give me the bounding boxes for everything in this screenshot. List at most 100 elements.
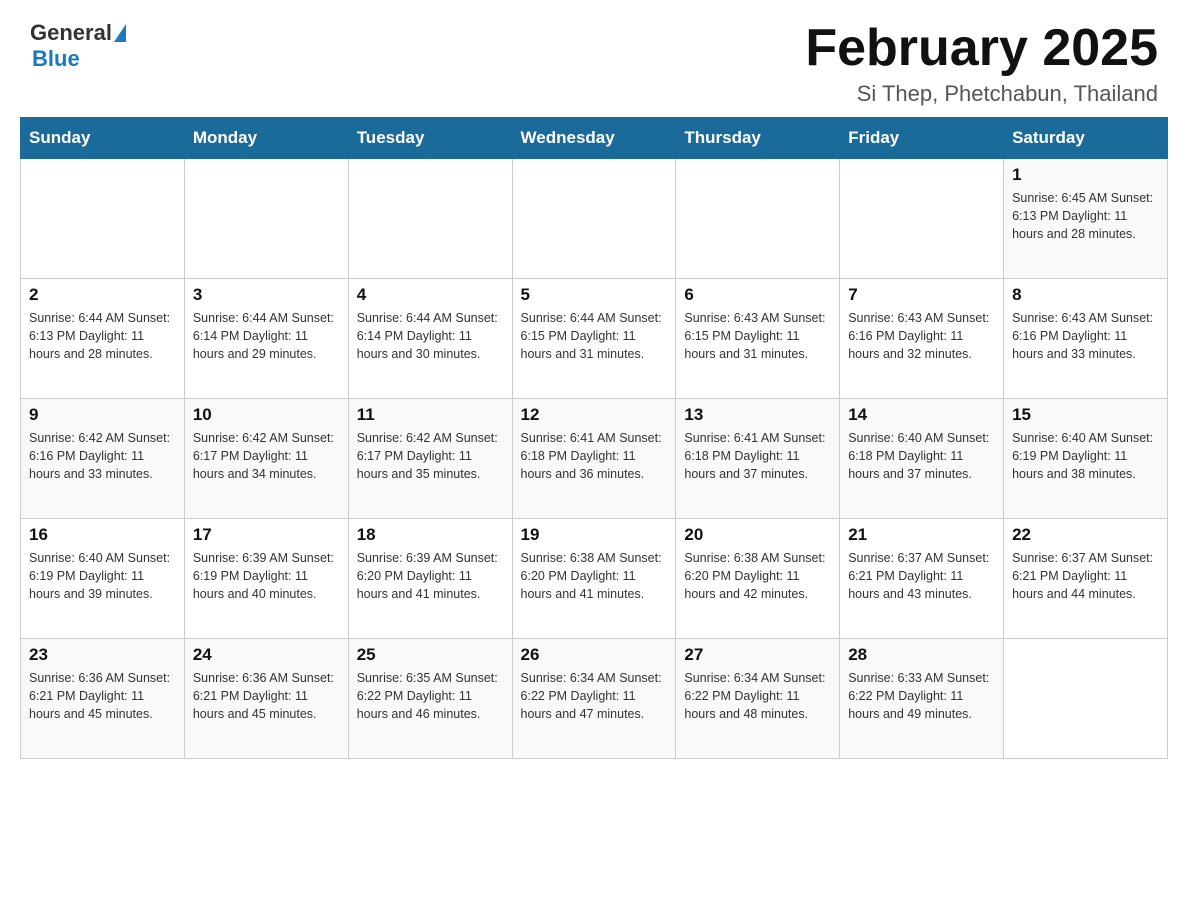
day-number: 6 — [684, 285, 831, 305]
day-info: Sunrise: 6:44 AM Sunset: 6:15 PM Dayligh… — [521, 309, 668, 363]
day-info: Sunrise: 6:40 AM Sunset: 6:19 PM Dayligh… — [1012, 429, 1159, 483]
calendar-cell — [1004, 639, 1168, 759]
day-number: 23 — [29, 645, 176, 665]
calendar-cell: 8 Sunrise: 6:43 AM Sunset: 6:16 PM Daylig… — [1004, 279, 1168, 399]
day-info: Sunrise: 6:40 AM Sunset: 6:18 PM Dayligh… — [848, 429, 995, 483]
calendar-cell: 21 Sunrise: 6:37 AM Sunset: 6:21 PM Dayli… — [840, 519, 1004, 639]
logo: General Blue — [30, 20, 126, 72]
column-header-tuesday: Tuesday — [348, 118, 512, 159]
calendar-cell: 11 Sunrise: 6:42 AM Sunset: 6:17 PM Dayli… — [348, 399, 512, 519]
day-number: 18 — [357, 525, 504, 545]
calendar-cell — [512, 159, 676, 279]
day-info: Sunrise: 6:41 AM Sunset: 6:18 PM Dayligh… — [521, 429, 668, 483]
day-number: 27 — [684, 645, 831, 665]
day-info: Sunrise: 6:43 AM Sunset: 6:16 PM Dayligh… — [848, 309, 995, 363]
day-info: Sunrise: 6:40 AM Sunset: 6:19 PM Dayligh… — [29, 549, 176, 603]
day-info: Sunrise: 6:34 AM Sunset: 6:22 PM Dayligh… — [521, 669, 668, 723]
day-info: Sunrise: 6:37 AM Sunset: 6:21 PM Dayligh… — [848, 549, 995, 603]
calendar-cell: 22 Sunrise: 6:37 AM Sunset: 6:21 PM Dayli… — [1004, 519, 1168, 639]
calendar-container: SundayMondayTuesdayWednesdayThursdayFrid… — [0, 117, 1188, 779]
calendar-cell — [184, 159, 348, 279]
day-number: 17 — [193, 525, 340, 545]
day-number: 16 — [29, 525, 176, 545]
column-header-monday: Monday — [184, 118, 348, 159]
column-header-saturday: Saturday — [1004, 118, 1168, 159]
day-number: 11 — [357, 405, 504, 425]
calendar-cell: 19Sunrise: 6:38 AM Sunset: 6:20 PM Dayli… — [512, 519, 676, 639]
day-info: Sunrise: 6:42 AM Sunset: 6:17 PM Dayligh… — [193, 429, 340, 483]
day-info: Sunrise: 6:43 AM Sunset: 6:16 PM Dayligh… — [1012, 309, 1159, 363]
day-info: Sunrise: 6:37 AM Sunset: 6:21 PM Dayligh… — [1012, 549, 1159, 603]
calendar-week-row: 2Sunrise: 6:44 AM Sunset: 6:13 PM Daylig… — [21, 279, 1168, 399]
logo-blue: Blue — [32, 46, 80, 72]
day-info: Sunrise: 6:41 AM Sunset: 6:18 PM Dayligh… — [684, 429, 831, 483]
calendar-cell: 6 Sunrise: 6:43 AM Sunset: 6:15 PM Daylig… — [676, 279, 840, 399]
calendar-cell: 14Sunrise: 6:40 AM Sunset: 6:18 PM Dayli… — [840, 399, 1004, 519]
calendar-cell — [840, 159, 1004, 279]
day-info: Sunrise: 6:44 AM Sunset: 6:14 PM Dayligh… — [193, 309, 340, 363]
day-info: Sunrise: 6:39 AM Sunset: 6:20 PM Dayligh… — [357, 549, 504, 603]
day-number: 24 — [193, 645, 340, 665]
day-number: 20 — [684, 525, 831, 545]
calendar-cell — [676, 159, 840, 279]
day-number: 7 — [848, 285, 995, 305]
calendar-cell: 3 Sunrise: 6:44 AM Sunset: 6:14 PM Daylig… — [184, 279, 348, 399]
calendar-subtitle: Si Thep, Phetchabun, Thailand — [805, 81, 1158, 107]
day-number: 22 — [1012, 525, 1159, 545]
day-info: Sunrise: 6:38 AM Sunset: 6:20 PM Dayligh… — [521, 549, 668, 603]
calendar-cell: 28Sunrise: 6:33 AM Sunset: 6:22 PM Dayli… — [840, 639, 1004, 759]
day-number: 4 — [357, 285, 504, 305]
calendar-cell: 12 Sunrise: 6:41 AM Sunset: 6:18 PM Dayli… — [512, 399, 676, 519]
day-info: Sunrise: 6:34 AM Sunset: 6:22 PM Dayligh… — [684, 669, 831, 723]
calendar-cell: 20 Sunrise: 6:38 AM Sunset: 6:20 PM Dayli… — [676, 519, 840, 639]
calendar-title: February 2025 — [805, 20, 1158, 77]
column-header-thursday: Thursday — [676, 118, 840, 159]
calendar-cell — [348, 159, 512, 279]
day-info: Sunrise: 6:33 AM Sunset: 6:22 PM Dayligh… — [848, 669, 995, 723]
calendar-cell: 18 Sunrise: 6:39 AM Sunset: 6:20 PM Dayli… — [348, 519, 512, 639]
day-info: Sunrise: 6:36 AM Sunset: 6:21 PM Dayligh… — [193, 669, 340, 723]
calendar-cell: 10 Sunrise: 6:42 AM Sunset: 6:17 PM Dayli… — [184, 399, 348, 519]
column-header-friday: Friday — [840, 118, 1004, 159]
calendar-cell: 1 Sunrise: 6:45 AM Sunset: 6:13 PM Daylig… — [1004, 159, 1168, 279]
logo-general: General — [30, 20, 112, 46]
day-number: 26 — [521, 645, 668, 665]
logo-triangle-icon — [114, 24, 126, 42]
calendar-cell: 23Sunrise: 6:36 AM Sunset: 6:21 PM Dayli… — [21, 639, 185, 759]
day-info: Sunrise: 6:38 AM Sunset: 6:20 PM Dayligh… — [684, 549, 831, 603]
calendar-cell: 4 Sunrise: 6:44 AM Sunset: 6:14 PM Daylig… — [348, 279, 512, 399]
day-number: 5 — [521, 285, 668, 305]
calendar-week-row: 1 Sunrise: 6:45 AM Sunset: 6:13 PM Daylig… — [21, 159, 1168, 279]
day-number: 12 — [521, 405, 668, 425]
day-info: Sunrise: 6:43 AM Sunset: 6:15 PM Dayligh… — [684, 309, 831, 363]
day-number: 3 — [193, 285, 340, 305]
calendar-cell: 27 Sunrise: 6:34 AM Sunset: 6:22 PM Dayli… — [676, 639, 840, 759]
day-info: Sunrise: 6:44 AM Sunset: 6:13 PM Dayligh… — [29, 309, 176, 363]
day-info: Sunrise: 6:42 AM Sunset: 6:17 PM Dayligh… — [357, 429, 504, 483]
calendar-week-row: 23 Sunrise: 6:36 AM Sunset: 6:21 PM Dayli… — [21, 639, 1168, 759]
page-header: General Blue February 2025 Si Thep, Phet… — [0, 0, 1188, 117]
calendar-cell: 5 Sunrise: 6:44 AM Sunset: 6:15 PM Daylig… — [512, 279, 676, 399]
calendar-week-row: 16 Sunrise: 6:40 AM Sunset: 6:19 PM Dayli… — [21, 519, 1168, 639]
calendar-cell: 26 Sunrise: 6:34 AM Sunset: 6:22 PM Dayli… — [512, 639, 676, 759]
day-number: 25 — [357, 645, 504, 665]
column-header-sunday: Sunday — [21, 118, 185, 159]
day-number: 8 — [1012, 285, 1159, 305]
day-number: 9 — [29, 405, 176, 425]
day-number: 10 — [193, 405, 340, 425]
calendar-week-row: 9 Sunrise: 6:42 AM Sunset: 6:16 PM Daylig… — [21, 399, 1168, 519]
day-info: Sunrise: 6:45 AM Sunset: 6:13 PM Dayligh… — [1012, 189, 1159, 243]
calendar-cell: 13 Sunrise: 6:41 AM Sunset: 6:18 PM Dayli… — [676, 399, 840, 519]
day-info: Sunrise: 6:42 AM Sunset: 6:16 PM Dayligh… — [29, 429, 176, 483]
calendar-cell: 9 Sunrise: 6:42 AM Sunset: 6:16 PM Daylig… — [21, 399, 185, 519]
calendar-cell: 25 Sunrise: 6:35 AM Sunset: 6:22 PM Dayli… — [348, 639, 512, 759]
day-number: 21 — [848, 525, 995, 545]
calendar-table: SundayMondayTuesdayWednesdayThursdayFrid… — [20, 117, 1168, 759]
title-block: February 2025 Si Thep, Phetchabun, Thail… — [805, 20, 1158, 107]
day-info: Sunrise: 6:44 AM Sunset: 6:14 PM Dayligh… — [357, 309, 504, 363]
calendar-cell: 24 Sunrise: 6:36 AM Sunset: 6:21 PM Dayli… — [184, 639, 348, 759]
day-info: Sunrise: 6:35 AM Sunset: 6:22 PM Dayligh… — [357, 669, 504, 723]
day-number: 13 — [684, 405, 831, 425]
day-number: 1 — [1012, 165, 1159, 185]
calendar-cell: 7 Sunrise: 6:43 AM Sunset: 6:16 PM Daylig… — [840, 279, 1004, 399]
